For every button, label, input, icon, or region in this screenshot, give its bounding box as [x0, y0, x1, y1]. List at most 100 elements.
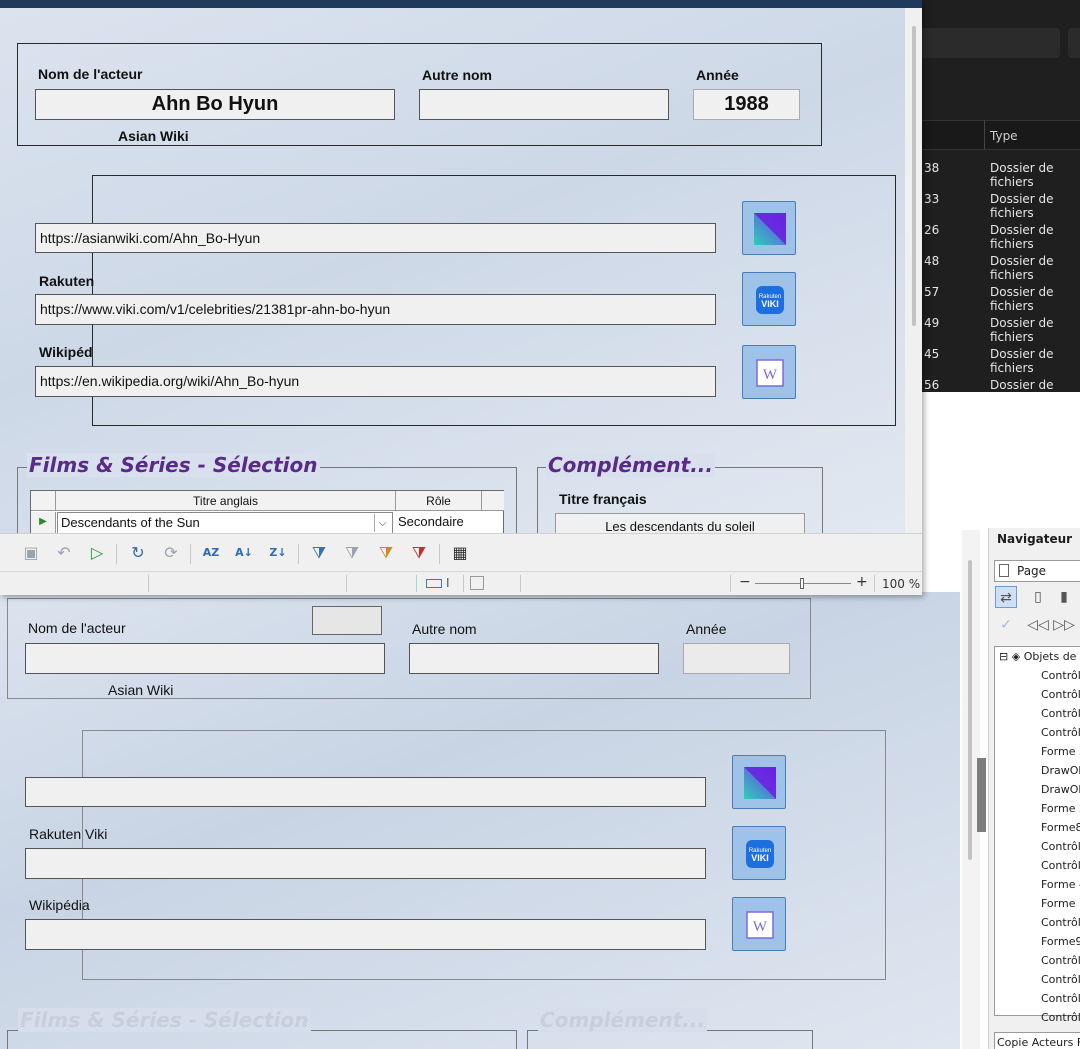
other-name-field[interactable] — [419, 89, 669, 120]
file-row[interactable]: 26 Dossier de fichiers — [920, 214, 1080, 251]
undo-icon[interactable]: ↶ — [53, 542, 75, 564]
status-separator — [874, 575, 875, 592]
apply-filter-icon[interactable]: ⧩ — [341, 542, 363, 564]
tree-item[interactable]: Forme9 — [1041, 935, 1080, 948]
selection-mode-icon[interactable] — [426, 579, 442, 588]
bg-actor-field[interactable] — [25, 643, 385, 674]
year-field[interactable]: 1988 — [693, 89, 800, 120]
tree-item[interactable]: Contrôl — [1041, 840, 1080, 853]
sidebar-collapse-handle[interactable] — [977, 758, 986, 832]
tree-item[interactable]: Contrôl — [1041, 992, 1080, 1005]
open-viki-button[interactable]: Rakuten VIKI — [742, 272, 796, 326]
navigator-tree[interactable]: ⊟ ◈ Objets de Contrôl Contrôl Contrôl Co… — [994, 646, 1080, 1024]
navigator-page-select[interactable]: Page — [994, 560, 1080, 582]
refresh-icon[interactable]: ↻ — [127, 542, 149, 564]
data-source-as-table-icon[interactable]: ▦ — [449, 542, 471, 564]
form-window: Nom de l'acteur Autre nom Année Ahn Bo H… — [0, 0, 922, 595]
tree-item[interactable]: Forme 4 — [1041, 878, 1080, 891]
open-wikipedia-button[interactable]: W — [742, 345, 796, 399]
tree-item[interactable]: Contrôl — [1041, 688, 1080, 701]
open-asianwiki-button[interactable] — [742, 201, 796, 255]
bg-asianwiki-url-field[interactable] — [25, 777, 706, 807]
rakuten-url-field[interactable]: https://www.viki.com/v1/celebrities/2138… — [35, 294, 716, 325]
grid-header-title[interactable]: Titre anglais — [56, 491, 396, 511]
column-divider[interactable] — [984, 120, 985, 150]
first-page-icon[interactable]: ◁◁ — [1027, 614, 1049, 636]
wikipedia-icon: W — [746, 911, 774, 939]
document-modified-icon[interactable] — [470, 576, 484, 590]
file-row[interactable]: 38 Dossier de fichiers — [920, 152, 1080, 189]
address-bar[interactable] — [920, 28, 1060, 58]
grid-title-combobox[interactable]: Descendants of the Sun ⌵ — [57, 512, 393, 533]
actor-name-field[interactable]: Ahn Bo Hyun — [35, 89, 395, 120]
viki-badge-text: VIKI — [751, 853, 769, 863]
bg-wikipedia-button[interactable]: W — [732, 897, 786, 951]
file-row[interactable]: 57 Dossier de fichiers — [920, 276, 1080, 313]
tree-item[interactable]: Forme 3 — [1041, 745, 1080, 758]
tree-item[interactable]: Forme 1 — [1041, 897, 1080, 910]
bg-other-name-field[interactable] — [409, 643, 659, 674]
zoom-level[interactable]: 100 % — [882, 577, 920, 591]
tree-item[interactable]: DrawOb — [1041, 764, 1080, 777]
scroll-thumb[interactable] — [968, 560, 972, 860]
scroll-thumb[interactable] — [912, 26, 916, 326]
tree-item[interactable]: Contrôl — [1041, 973, 1080, 986]
french-title-field[interactable]: Les descendants du soleil — [555, 513, 805, 533]
form-based-filter-icon[interactable]: ⧩ — [375, 542, 397, 564]
wikipedia-url-field[interactable]: https://en.wikipedia.org/wiki/Ahn_Bo-hyu… — [35, 366, 716, 397]
zoom-in-button[interactable]: + — [856, 574, 868, 590]
window-titlebar[interactable] — [0, 0, 922, 8]
tree-item[interactable]: Contrôl — [1041, 669, 1080, 682]
tree-item[interactable]: Contrôl — [1041, 726, 1080, 739]
last-page-icon[interactable]: ▷▷ — [1053, 614, 1075, 636]
document-icon[interactable]: ▯ — [1027, 586, 1049, 608]
grid-role-cell[interactable]: Secondaire — [397, 512, 482, 533]
asianwiki-url-field[interactable]: https://asianwiki.com/Ahn_Bo-Hyun — [35, 223, 716, 253]
reset-filter-icon[interactable]: ⧩ — [408, 542, 430, 564]
sort-icon[interactable]: AZ — [200, 542, 222, 564]
collapse-icon[interactable]: ⊟ — [999, 650, 1008, 663]
page-orange-icon[interactable]: ▮ — [1053, 586, 1075, 608]
sort-descending-icon[interactable]: Z↓ — [267, 542, 289, 564]
tree-item[interactable]: Contrôl — [1041, 859, 1080, 872]
tree-item[interactable]: Contrôl — [1041, 707, 1080, 720]
save-record-icon[interactable]: ▣ — [20, 542, 42, 564]
bg-id-field[interactable] — [312, 606, 382, 635]
bg-rakuten-label: Rakuten Viki — [29, 826, 108, 842]
navigator-page-value: Page — [1017, 564, 1047, 578]
tree-root[interactable]: ⊟ ◈ Objets de — [999, 650, 1076, 663]
bg-year-field[interactable] — [683, 643, 790, 674]
file-row[interactable]: 49 Dossier de fichiers — [920, 307, 1080, 344]
column-type-header[interactable]: Type — [990, 129, 1018, 143]
form-vertical-scrollbar[interactable] — [905, 8, 922, 533]
navigator-document-select[interactable]: Copie Acteurs Fo — [994, 1032, 1080, 1049]
bg-asianwiki-button[interactable] — [732, 755, 786, 809]
search-bar[interactable] — [1068, 28, 1080, 58]
chevron-down-icon[interactable]: ⌵ — [374, 514, 390, 532]
toggle-icon[interactable]: ⇄ — [995, 586, 1017, 608]
sort-ascending-icon[interactable]: A↓ — [233, 542, 255, 564]
tree-item[interactable]: Contrôl — [1041, 954, 1080, 967]
zoom-out-button[interactable]: − — [739, 574, 751, 590]
autofilter-icon[interactable]: ⧩ — [308, 542, 330, 564]
tree-item[interactable]: Contrôl — [1041, 1011, 1080, 1024]
bg-viki-button[interactable]: Rakuten VIKI — [732, 826, 786, 880]
zoom-slider-thumb[interactable] — [800, 578, 804, 589]
file-row[interactable]: 56 Dossier de fichiers — [920, 369, 1080, 392]
grid-header-role[interactable]: Rôle — [396, 491, 482, 511]
row-pointer-icon[interactable]: ▶ — [31, 512, 56, 533]
wikipedia-icon: W — [756, 359, 784, 387]
bg-other-name-label: Autre nom — [412, 621, 477, 637]
tree-item[interactable]: Contrôl — [1041, 916, 1080, 929]
tree-item[interactable]: Forme 2 — [1041, 802, 1080, 815]
tree-item[interactable]: DrawOb — [1041, 783, 1080, 796]
refresh-control-icon[interactable]: ⟳ — [160, 542, 182, 564]
file-row[interactable]: 45 Dossier de fichiers — [920, 338, 1080, 375]
bg-rakuten-url-field[interactable] — [25, 848, 706, 879]
file-row[interactable]: 48 Dossier de fichiers — [920, 245, 1080, 282]
tree-item[interactable]: Forme8 — [1041, 821, 1080, 834]
delete-record-icon[interactable]: ▷ — [86, 542, 108, 564]
bg-wikipedia-url-field[interactable] — [25, 919, 706, 950]
check-icon[interactable]: ✓ — [995, 614, 1017, 636]
file-row[interactable]: 33 Dossier de fichiers — [920, 183, 1080, 220]
